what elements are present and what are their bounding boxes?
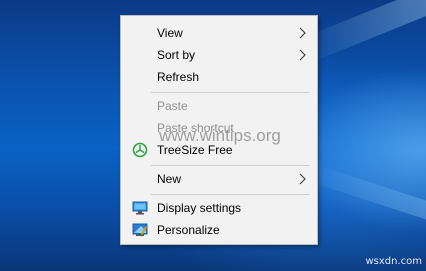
chevron-right-icon (299, 173, 306, 185)
menu-item-display-settings[interactable]: Display settings (121, 197, 317, 219)
menu-item-label: View (157, 26, 183, 40)
menu-item-paste: Paste (121, 95, 317, 117)
watermark-text: www.wintips.org (159, 126, 281, 145)
menu-item-label: Refresh (157, 70, 200, 84)
menu-item-label: Sort by (157, 48, 196, 62)
menu-item-refresh[interactable]: Refresh (121, 66, 317, 88)
menu-item-label: Personalize (157, 223, 220, 237)
chevron-right-icon (299, 49, 306, 61)
personalize-icon (132, 223, 148, 237)
menu-item-new[interactable]: New (121, 168, 317, 190)
menu-separator (151, 194, 309, 195)
menu-item-view[interactable]: View (121, 22, 317, 44)
footer-credit: wsxdn.com (365, 256, 422, 267)
menu-separator (151, 165, 309, 166)
chevron-right-icon (299, 27, 306, 39)
menu-item-sort-by[interactable]: Sort by (121, 44, 317, 66)
menu-separator (151, 92, 309, 93)
menu-item-label: Display settings (157, 201, 242, 215)
treesize-icon (132, 142, 148, 158)
menu-item-personalize[interactable]: Personalize (121, 219, 317, 241)
menu-item-label: New (157, 172, 182, 186)
display-settings-icon (132, 201, 148, 215)
menu-item-label: Paste (157, 99, 188, 113)
